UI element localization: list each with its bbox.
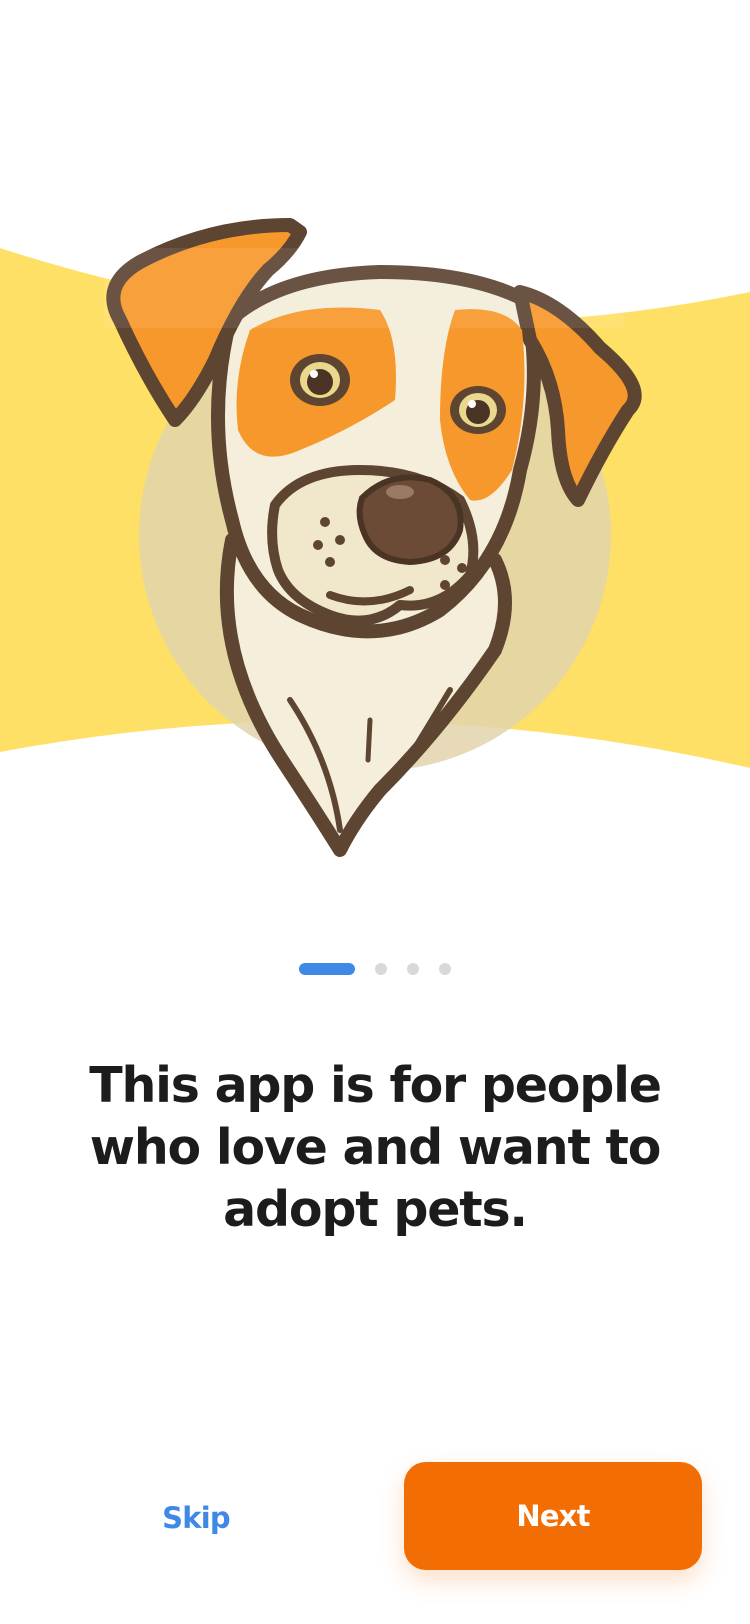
page-indicator [0, 963, 750, 975]
page-dot [407, 963, 419, 975]
next-button[interactable]: Next [404, 1462, 702, 1570]
skip-button[interactable]: Skip [130, 1478, 262, 1558]
page-dot [375, 963, 387, 975]
page-dot [439, 963, 451, 975]
onboarding-screen: This app is for people who love and want… [0, 0, 750, 1624]
hero-illustration [0, 0, 750, 880]
hero-svg [0, 218, 750, 857]
onboarding-headline: This app is for people who love and want… [89, 1057, 662, 1238]
page-dot-active [299, 963, 355, 975]
